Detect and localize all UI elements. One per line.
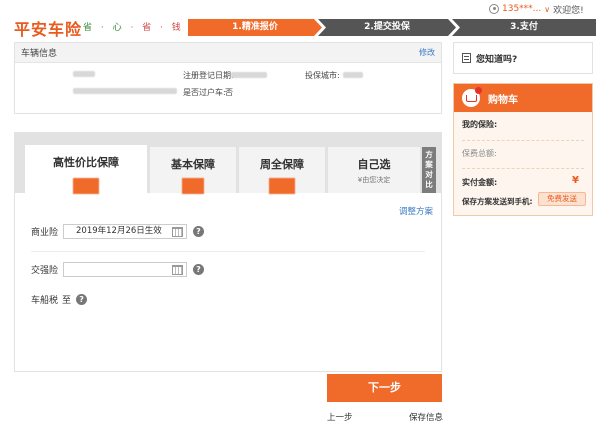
transfer-value: 否 xyxy=(225,88,233,97)
commercial-label: 商业险 xyxy=(31,228,59,238)
send-to-phone-label: 保存方案发送到手机: xyxy=(462,197,533,206)
compulsory-row: 交强险 ? xyxy=(31,262,204,277)
commercial-date-value: 2019年12月26日生效 xyxy=(76,226,162,236)
vehicle-tax-label: 车船税 xyxy=(31,296,59,306)
did-you-know-panel[interactable]: 您知道吗? xyxy=(453,42,593,74)
help-icon[interactable]: ? xyxy=(76,294,88,305)
user-phone[interactable]: 135***... xyxy=(502,4,541,14)
price-bar xyxy=(182,178,204,194)
slogan-part-b: · 省 · 钱 xyxy=(124,23,184,33)
logo[interactable]: 平安车险 xyxy=(14,16,82,40)
tab-sublabel: ¥由您决定 xyxy=(357,176,391,184)
plan-tabs: 高性价比保障 基本保障 周全保障 自己选 ¥由您决定 方案对比 xyxy=(15,133,441,194)
step-quote: 1.精准报价 xyxy=(188,19,322,36)
my-insurance-label: 我的保险: xyxy=(462,120,498,129)
tab-high-value[interactable]: 高性价比保障 xyxy=(25,145,147,194)
tab-label: 周全保障 xyxy=(260,158,304,171)
document-icon xyxy=(462,53,471,63)
help-icon[interactable]: ? xyxy=(193,264,204,275)
cart-title: 购物车 xyxy=(488,94,518,106)
vehicle-info-title: 车辆信息 xyxy=(21,49,58,59)
vehicle-tax-value: 至 xyxy=(62,296,72,306)
send-free-button[interactable]: 免费发送 xyxy=(538,192,586,206)
tab-custom[interactable]: 自己选 ¥由您决定 xyxy=(328,147,420,193)
slogan: 省 · 心 · 省 · 钱 xyxy=(83,20,184,33)
user-menu[interactable]: 135***... ∨ 欢迎您! xyxy=(489,3,584,16)
compulsory-date-input[interactable] xyxy=(63,262,187,277)
adjust-plan-link[interactable]: 调整方案 xyxy=(399,205,433,217)
vehicle-info-panel: 车辆信息 修改 注册登记日期: 投保城市: 是否过户车: 否 xyxy=(14,42,442,114)
reg-date-label: 注册登记日期: xyxy=(183,71,234,80)
paid-amount-label: 实付金额: xyxy=(462,178,498,187)
step-pay: 3.支付 xyxy=(452,19,596,36)
edit-vehicle-link[interactable]: 修改 xyxy=(419,47,435,58)
tab-label: 高性价比保障 xyxy=(53,156,119,169)
tab-comprehensive[interactable]: 周全保障 xyxy=(239,147,325,194)
redacted-owner xyxy=(73,71,95,77)
slogan-part-a: 省 · 心 xyxy=(83,23,125,33)
premium-total-label: 保费总额: xyxy=(462,149,497,158)
calendar-icon[interactable] xyxy=(172,227,183,237)
chevron-down-icon[interactable]: ∨ xyxy=(544,5,550,14)
next-step-button[interactable]: 下一步 xyxy=(327,374,442,402)
redacted-vehicle-model xyxy=(73,88,177,94)
user-icon xyxy=(489,4,499,14)
tab-label: 基本保障 xyxy=(171,158,215,171)
help-icon[interactable]: ? xyxy=(193,226,204,237)
welcome-text: 欢迎您! xyxy=(553,5,584,16)
plan-panel: 高性价比保障 基本保障 周全保障 自己选 ¥由您决定 方案对比 调整方案 商业险… xyxy=(14,132,442,372)
vehicle-tax-row: 车船税 至 ? xyxy=(31,293,88,306)
prev-step-link[interactable]: 上一步 xyxy=(327,411,353,423)
commercial-row: 商业险 2019年12月26日生效 ? xyxy=(31,224,204,239)
progress-steps: 1.精准报价 2.提交投保 3.支付 xyxy=(188,19,596,36)
compulsory-label: 交强险 xyxy=(31,266,59,276)
compare-label: 方案对比 xyxy=(425,150,433,189)
plan-compare-button[interactable]: 方案对比 xyxy=(422,147,436,193)
calendar-icon[interactable] xyxy=(172,265,183,275)
tab-basic[interactable]: 基本保障 xyxy=(150,147,236,194)
redacted-city xyxy=(343,72,363,78)
redacted-reg-date xyxy=(231,72,267,78)
step-submit: 2.提交投保 xyxy=(318,19,456,36)
cart-icon xyxy=(462,87,482,107)
paid-amount-value: ¥ xyxy=(572,175,579,186)
price-bar xyxy=(73,178,99,194)
city-label: 投保城市: xyxy=(305,71,340,80)
tab-label: 自己选 xyxy=(357,158,391,171)
price-bar xyxy=(269,178,295,194)
commercial-date-input[interactable]: 2019年12月26日生效 xyxy=(63,224,187,239)
did-you-know-title[interactable]: 您知道吗? xyxy=(476,52,517,65)
transfer-label: 是否过户车: xyxy=(183,88,226,97)
shopping-cart-panel: 购物车 我的保险: 保费总额: 实付金额: ¥ 保存方案发送到手机: 免费发送 xyxy=(453,83,593,216)
save-info-link[interactable]: 保存信息 xyxy=(409,411,443,423)
